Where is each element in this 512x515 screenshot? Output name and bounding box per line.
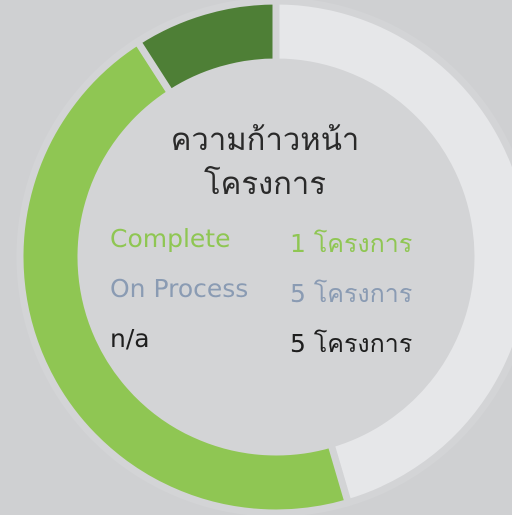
chart-title-line-1: ความก้าวหน้า [170, 122, 360, 158]
legend-row-na: n/a 5 โครงการ [110, 318, 440, 368]
legend-value-na: 5 โครงการ [290, 329, 413, 358]
legend-value-on-process: 5 โครงการ [290, 279, 413, 308]
legend-row-on-process: On Process 5 โครงการ [110, 268, 440, 318]
legend-label-on-process: On Process [110, 274, 249, 303]
legend-row-complete: Complete 1 โครงการ [110, 218, 440, 268]
legend-label-na: n/a [110, 324, 150, 353]
chart-center: ความก้าวหน้า โครงการ Complete 1 โครงการ … [100, 118, 430, 358]
legend-label-complete: Complete [110, 224, 231, 253]
progress-chart: ความก้าวหน้า โครงการ Complete 1 โครงการ … [0, 0, 512, 515]
legend-value-complete: 1 โครงการ [290, 229, 413, 258]
chart-title-line-2: โครงการ [203, 166, 326, 202]
chart-title: ความก้าวหน้า โครงการ [100, 118, 430, 206]
chart-legend: Complete 1 โครงการ On Process 5 โครงการ … [110, 218, 440, 368]
